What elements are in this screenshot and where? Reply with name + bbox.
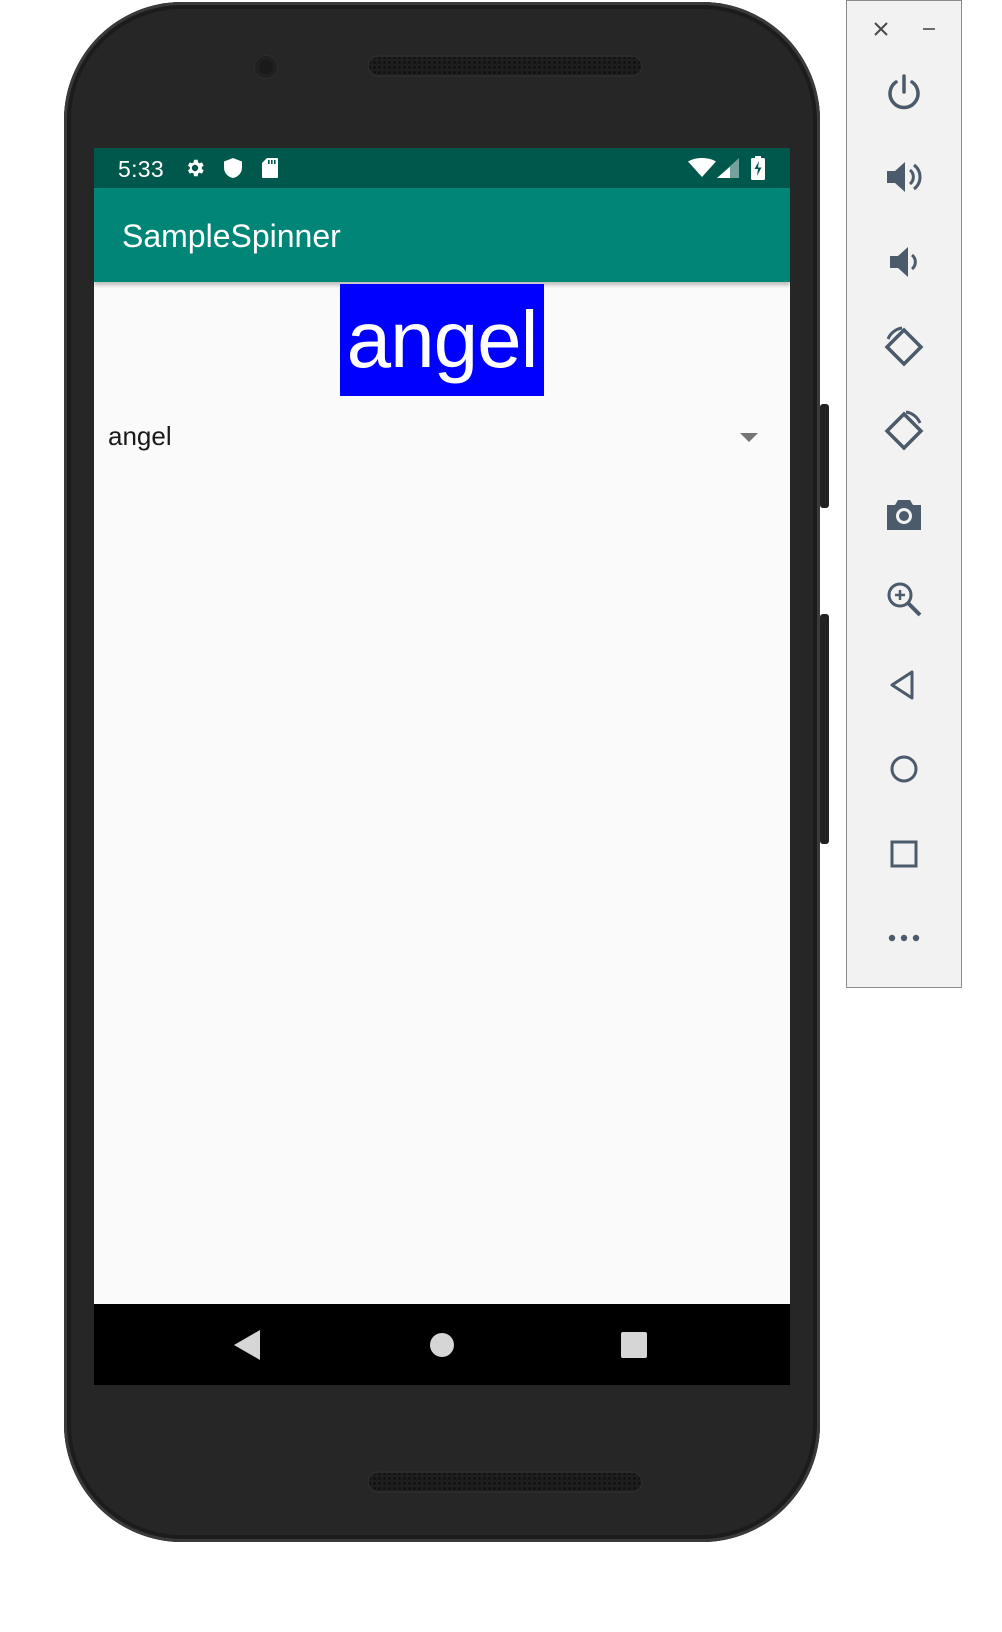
shield-icon xyxy=(223,157,243,184)
navigation-bar xyxy=(94,1304,790,1385)
nav-home-button[interactable] xyxy=(429,1332,455,1363)
cell-signal-icon xyxy=(717,158,739,183)
bottom-speaker xyxy=(367,1471,643,1493)
spinner-dropdown[interactable]: angel xyxy=(94,410,790,470)
device-screen: 5:33 SampleSpinner angel angel xyxy=(94,148,790,1385)
app-bar: SampleSpinner xyxy=(94,188,790,282)
back-icon[interactable] xyxy=(880,661,928,709)
minimize-icon[interactable] xyxy=(915,15,943,43)
volume-up-icon[interactable] xyxy=(880,153,928,201)
zoom-icon[interactable] xyxy=(880,575,928,623)
emulator-toolbar xyxy=(846,0,962,988)
power-icon[interactable] xyxy=(880,68,928,116)
volume-down-icon[interactable] xyxy=(880,238,928,286)
dropdown-arrow-icon xyxy=(740,433,758,442)
more-icon[interactable] xyxy=(880,914,928,962)
settings-icon xyxy=(184,157,206,184)
rotate-left-icon[interactable] xyxy=(880,323,928,371)
status-time: 5:33 xyxy=(118,156,164,182)
camera-icon[interactable] xyxy=(880,491,928,539)
top-speaker xyxy=(367,55,643,77)
nav-recents-button[interactable] xyxy=(621,1332,647,1363)
hardware-power-button[interactable] xyxy=(820,404,829,508)
sd-card-icon xyxy=(261,157,279,184)
battery-charging-icon xyxy=(751,156,765,185)
hardware-volume-rocker[interactable] xyxy=(820,614,829,844)
rotate-right-icon[interactable] xyxy=(880,407,928,455)
status-bar: 5:33 xyxy=(94,148,790,188)
close-icon[interactable] xyxy=(867,15,895,43)
home-icon[interactable] xyxy=(880,745,928,793)
spinner-selected-value: angel xyxy=(108,421,172,451)
wifi-icon xyxy=(688,158,716,183)
app-title: SampleSpinner xyxy=(122,218,341,254)
nav-back-button[interactable] xyxy=(234,1330,260,1365)
selected-value-display: angel xyxy=(340,284,544,396)
overview-icon[interactable] xyxy=(880,830,928,878)
front-camera xyxy=(255,56,277,78)
